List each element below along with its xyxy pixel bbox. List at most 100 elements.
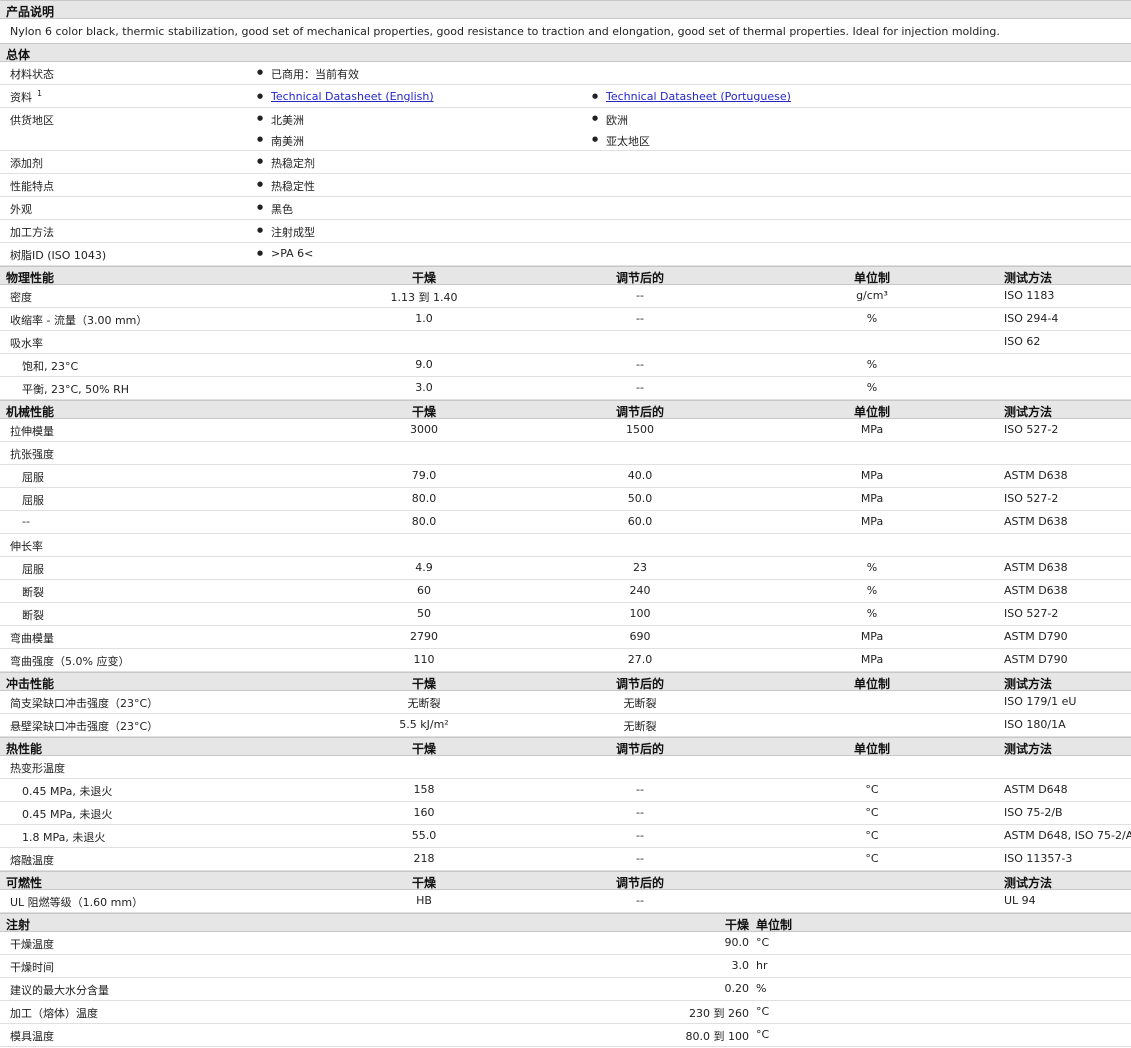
unit-value: MPa bbox=[860, 423, 884, 436]
col-method-header: 测试方法 bbox=[1004, 271, 1053, 285]
row-label: 简支梁缺口冲击强度（23°C） bbox=[10, 697, 159, 710]
injection-header: 注射 干燥 单位制 bbox=[0, 913, 1131, 932]
dry-value: 158 bbox=[413, 783, 435, 796]
supply-region: 南美洲 bbox=[257, 133, 304, 149]
table-row: 1.8 MPa, 未退火 55.0 -- °C ASTM D648, ISO 75-2/… bbox=[0, 825, 1131, 848]
col-method-header: 测试方法 bbox=[1004, 677, 1053, 691]
table-row: 断裂 50 100% ISO 527-2 bbox=[0, 603, 1131, 626]
row-label: 抗张强度 bbox=[10, 448, 54, 461]
conditioned-value: 40.0 bbox=[627, 469, 653, 482]
table-row: 拉伸模量 3000 1500 MPa ISO 527-2 bbox=[0, 419, 1131, 442]
unit-value: % bbox=[866, 584, 878, 597]
dry-value: 160 bbox=[413, 806, 435, 819]
unit-value: MPa bbox=[860, 515, 884, 528]
table-row: 屈服 80.0 50.0 MPa ISO 527-2 bbox=[0, 488, 1131, 511]
row-resin-id: 树脂ID (ISO 1043) >PA 6< bbox=[0, 243, 1131, 266]
conditioned-value: -- bbox=[636, 358, 644, 371]
unit-value: hr bbox=[756, 959, 768, 972]
row-additive: 添加剂 热稳定剂 bbox=[0, 151, 1131, 174]
row-label: -- bbox=[22, 515, 30, 528]
datasheet-portuguese-link[interactable]: Technical Datasheet (Portuguese) bbox=[606, 90, 791, 103]
thermal-header: 热性能 干燥 调节后的 单位制 测试方法 bbox=[0, 737, 1131, 756]
table-row: 干燥温度 90.0 °C bbox=[0, 932, 1131, 955]
conditioned-value: -- bbox=[636, 829, 644, 842]
row-label: 拉伸模量 bbox=[10, 425, 54, 438]
dry-value: 55.0 bbox=[411, 829, 437, 842]
conditioned-value: -- bbox=[636, 852, 644, 865]
table-row: -- 80.0 60.0 MPa ASTM D638 bbox=[0, 511, 1131, 534]
table-row: 伸长率 bbox=[0, 534, 1131, 557]
conditioned-value: 690 bbox=[629, 630, 651, 643]
row-label: 模具温度 bbox=[10, 1030, 54, 1043]
col-conditioned-header: 调节后的 bbox=[615, 405, 665, 419]
conditioned-value: -- bbox=[636, 381, 644, 394]
test-method-value: ASTM D648, ISO 75-2/A bbox=[1004, 829, 1131, 842]
conditioned-value: -- bbox=[636, 312, 644, 325]
datasheet-english-link[interactable]: Technical Datasheet (English) bbox=[271, 90, 434, 103]
table-row: 平衡, 23°C, 50% RH 3.0 --% bbox=[0, 377, 1131, 400]
conditioned-value: 1500 bbox=[626, 423, 654, 436]
test-method-value: ISO 294-4 bbox=[1004, 312, 1059, 325]
row-label: 建议的最大水分含量 bbox=[10, 984, 109, 997]
test-method-value: ASTM D648 bbox=[1004, 783, 1068, 796]
conditioned-value: 60.0 bbox=[627, 515, 653, 528]
general-header: 总体 bbox=[0, 43, 1131, 62]
unit-value: °C bbox=[756, 936, 770, 949]
test-method-value: ISO 180/1A bbox=[1004, 718, 1066, 731]
table-row: 弯曲强度（5.0% 应变） 110 27.0 MPa ASTM D790 bbox=[0, 649, 1131, 672]
row-label: 加工（熔体）温度 bbox=[10, 1007, 98, 1020]
unit-value: % bbox=[866, 561, 878, 574]
unit-value: °C bbox=[865, 806, 879, 819]
row-label: 屈服 bbox=[22, 563, 44, 576]
test-method-value: ISO 527-2 bbox=[1004, 492, 1059, 505]
col-method-header: 测试方法 bbox=[1004, 876, 1053, 890]
unit-value: °C bbox=[865, 829, 879, 842]
section-title: 冲击性能 bbox=[6, 677, 55, 691]
section-title: 产品说明 bbox=[6, 5, 55, 19]
row-value: 热稳定剂 bbox=[257, 155, 315, 171]
dry-value: 9.0 bbox=[415, 358, 433, 371]
dry-value: 0.20 bbox=[724, 982, 750, 995]
dry-value: 80.0 bbox=[411, 515, 437, 528]
row-label: 弯曲强度（5.0% 应变） bbox=[10, 655, 130, 668]
row-value: 热稳定性 bbox=[257, 178, 315, 194]
section-title: 机械性能 bbox=[6, 405, 55, 419]
product-description-text: Nylon 6 color black, thermic stabilizati… bbox=[10, 25, 1000, 38]
test-method-value: ASTM D790 bbox=[1004, 653, 1068, 666]
row-label: 吸水率 bbox=[10, 337, 43, 350]
row-label: 收缩率 - 流量（3.00 mm） bbox=[10, 314, 148, 327]
test-method-value: ASTM D638 bbox=[1004, 584, 1068, 597]
conditioned-value: 无断裂 bbox=[623, 697, 657, 710]
dry-value: 90.0 bbox=[724, 936, 750, 949]
unit-value: MPa bbox=[860, 469, 884, 482]
row-label: 添加剂 bbox=[10, 157, 43, 170]
table-row: 热变形温度 bbox=[0, 756, 1131, 779]
table-row: 弯曲模量 2790 690 MPa ASTM D790 bbox=[0, 626, 1131, 649]
unit-value: °C bbox=[865, 783, 879, 796]
col-method-header: 测试方法 bbox=[1004, 742, 1053, 756]
row-value: 黑色 bbox=[257, 201, 293, 217]
row-features: 性能特点 热稳定性 bbox=[0, 174, 1131, 197]
conditioned-value: -- bbox=[636, 894, 644, 907]
col-dry-header: 干燥 bbox=[411, 876, 437, 890]
col-dry-header: 干燥 bbox=[411, 271, 437, 285]
col-dry-header: 干燥 bbox=[724, 918, 749, 932]
row-label: 1.8 MPa, 未退火 bbox=[22, 831, 106, 844]
table-row: 断裂 60 240% ASTM D638 bbox=[0, 580, 1131, 603]
dry-value: 80.0 到 100 bbox=[685, 1030, 749, 1043]
col-dry-header: 干燥 bbox=[411, 742, 437, 756]
table-row: 干燥时间 3.0 hr bbox=[0, 955, 1131, 978]
row-label: 供货地区 bbox=[10, 114, 54, 127]
unit-value: MPa bbox=[860, 630, 884, 643]
section-title: 总体 bbox=[6, 48, 31, 62]
unit-value: % bbox=[866, 358, 878, 371]
unit-value: °C bbox=[865, 852, 879, 865]
dry-value: 2790 bbox=[410, 630, 438, 643]
row-label: 干燥温度 bbox=[10, 938, 54, 951]
test-method-value: ASTM D638 bbox=[1004, 515, 1068, 528]
col-method-header: 测试方法 bbox=[1004, 405, 1053, 419]
physical-header: 物理性能 干燥 调节后的 单位制 测试方法 bbox=[0, 266, 1131, 285]
unit-value: MPa bbox=[860, 492, 884, 505]
table-row: 密度 1.13 到 1.40 -- g/cm³ ISO 1183 bbox=[0, 285, 1131, 308]
table-row: 收缩率 - 流量（3.00 mm） 1.0 --% ISO 294-4 bbox=[0, 308, 1131, 331]
